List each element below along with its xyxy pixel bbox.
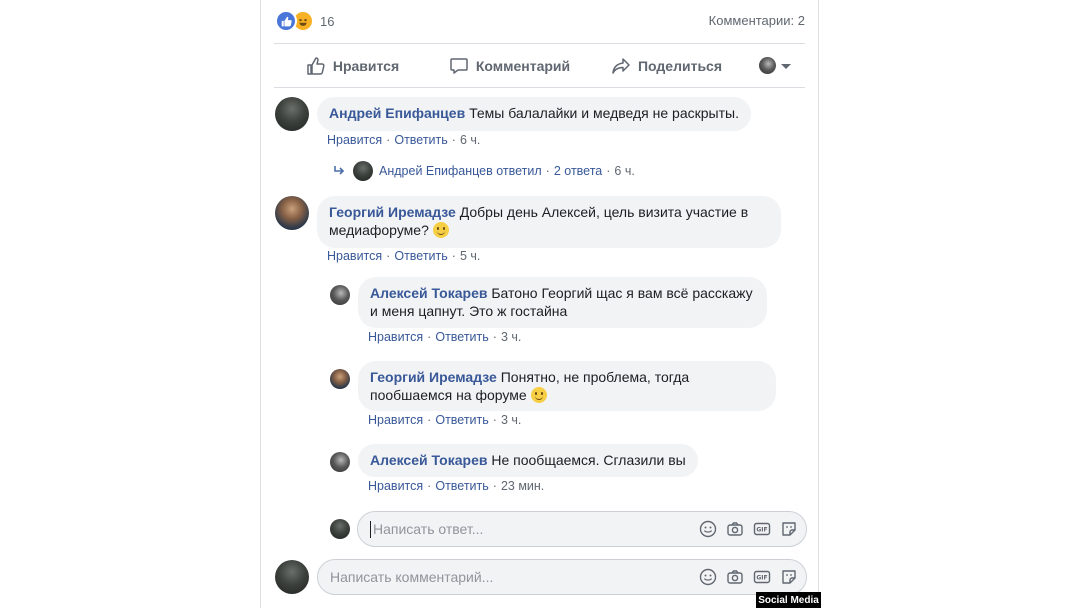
svg-text:GIF: GIF	[756, 575, 767, 582]
camera-icon[interactable]	[726, 568, 744, 586]
like-link[interactable]: Нравится	[368, 330, 423, 344]
reply-bubble: Алексей Токарев Не пообщаемся. Сглазили …	[358, 444, 698, 477]
reply-time[interactable]: 3 ч.	[501, 413, 521, 427]
comments-count[interactable]: Комментарии: 2	[709, 13, 805, 28]
reply-bubble: Алексей Токарев Батоно Георгий щас я вам…	[358, 277, 767, 328]
like-link[interactable]: Нравится	[368, 413, 423, 427]
comment-time[interactable]: 6 ч.	[460, 133, 480, 147]
reply-text: пообшаемся на форуме	[370, 387, 527, 403]
input-tools: GIF	[690, 520, 798, 538]
avatar	[758, 57, 776, 74]
comment-button[interactable]: Комментарий	[431, 56, 588, 76]
reply-author[interactable]: Алексей Токарев	[370, 452, 487, 468]
reply-link[interactable]: Ответить	[435, 479, 488, 493]
reply-time[interactable]: 23 мин.	[501, 479, 544, 493]
emoji-icon[interactable]	[699, 520, 717, 538]
text-cursor	[370, 520, 371, 538]
like-button[interactable]: Нравится	[274, 56, 431, 76]
like-button-label: Нравится	[332, 57, 400, 74]
reply-link[interactable]: Ответить	[394, 249, 447, 263]
comment-meta: Нравится · Ответить · 5 ч.	[327, 249, 481, 263]
reply-summary-author: Андрей Епифанцев	[379, 164, 493, 178]
watermark: Social Media	[756, 592, 821, 608]
comment-text: медиафоруме?	[329, 222, 429, 238]
smile-emoji-icon	[432, 222, 449, 238]
reply-meta: Нравится · Ответить · 3 ч.	[368, 330, 522, 344]
reply-input-placeholder: Написать ответ...	[373, 521, 484, 537]
replies-summary[interactable]: Андрей Епифанцев ответил · 2 ответа · 6 ч.	[333, 161, 635, 181]
avatar[interactable]	[275, 97, 309, 131]
reply-text: Понятно, не проблема, тогда	[500, 369, 690, 385]
comment-author[interactable]: Георгий Иремадзе	[329, 204, 456, 220]
comment-text: Добры день Алексей, цель визита участие …	[459, 204, 749, 220]
like-link[interactable]: Нравится	[327, 249, 382, 263]
divider	[274, 87, 805, 88]
comment-author[interactable]: Андрей Епифанцев	[329, 105, 465, 121]
reply-text: Батоно Георгий щас я вам всё расскажу	[491, 285, 753, 301]
like-reaction-icon	[275, 10, 297, 32]
avatar[interactable]	[330, 452, 350, 472]
reply-arrow-icon	[334, 166, 345, 175]
reply-text: Не пообщаемся. Сглазили вы	[491, 452, 686, 468]
like-link[interactable]: Нравится	[368, 479, 423, 493]
avatar	[330, 519, 350, 539]
post-card: 16 Комментарии: 2 Нравится Комментарий П…	[260, 0, 819, 608]
reply-time[interactable]: 3 ч.	[501, 330, 521, 344]
reaction-count: 16	[320, 13, 335, 29]
gif-icon[interactable]: GIF	[753, 520, 771, 538]
reply-summary-action: ответил	[496, 164, 542, 178]
reply-link[interactable]: Ответить	[394, 133, 447, 147]
share-button[interactable]: Поделиться	[588, 56, 745, 76]
camera-icon[interactable]	[726, 520, 744, 538]
comment-icon	[450, 57, 468, 74]
share-arrow-icon	[612, 57, 630, 74]
smile-emoji-icon	[530, 387, 547, 403]
emoji-icon[interactable]	[699, 568, 717, 586]
like-link[interactable]: Нравится	[327, 133, 382, 147]
reply-meta: Нравится · Ответить · 3 ч.	[368, 413, 522, 427]
avatar	[275, 560, 309, 594]
reply-meta: Нравится · Ответить · 23 мин.	[368, 479, 545, 493]
comment-meta: Нравится · Ответить · 6 ч.	[327, 133, 481, 147]
gif-icon[interactable]: GIF	[753, 568, 771, 586]
post-actions: Нравится Комментарий Поделиться	[274, 44, 805, 87]
share-button-label: Поделиться	[637, 57, 723, 74]
comment-input[interactable]: Написать комментарий... GIF	[317, 559, 807, 595]
reply-author[interactable]: Георгий Иремадзе	[370, 369, 497, 385]
chevron-down-icon	[780, 63, 791, 69]
reply-summary-time: 6 ч.	[614, 164, 635, 178]
reply-author[interactable]: Алексей Токарев	[370, 285, 487, 301]
reactions-summary[interactable]: 16	[275, 10, 334, 32]
comment-time[interactable]: 5 ч.	[460, 249, 480, 263]
comment-text: Темы балалайки и медведя не раскрыты.	[469, 105, 739, 121]
comment-bubble: Георгий Иремадзе Добры день Алексей, цел…	[317, 196, 781, 248]
thumbs-up-icon	[307, 56, 325, 75]
reply-link[interactable]: Ответить	[435, 330, 488, 344]
reply-link[interactable]: Ответить	[435, 413, 488, 427]
sticker-icon[interactable]	[780, 568, 798, 586]
avatar	[353, 161, 373, 181]
comment-button-label: Комментарий	[475, 57, 571, 74]
avatar[interactable]	[275, 196, 309, 230]
reply-bubble: Георгий Иремадзе Понятно, не проблема, т…	[358, 361, 776, 411]
avatar[interactable]	[330, 285, 350, 305]
avatar[interactable]	[330, 369, 350, 389]
post-as-selector[interactable]	[745, 57, 805, 74]
svg-text:GIF: GIF	[756, 527, 767, 534]
reply-text: и меня цапнут. Это ж гостайна	[370, 303, 568, 319]
comment-bubble: Андрей Епифанцев Темы балалайки и медвед…	[317, 97, 751, 131]
sticker-icon[interactable]	[780, 520, 798, 538]
input-tools: GIF	[690, 568, 798, 586]
reply-input[interactable]: Написать ответ... GIF	[357, 511, 807, 547]
reply-summary-count: 2 ответа	[553, 164, 603, 178]
comment-input-placeholder: Написать комментарий...	[330, 569, 494, 585]
